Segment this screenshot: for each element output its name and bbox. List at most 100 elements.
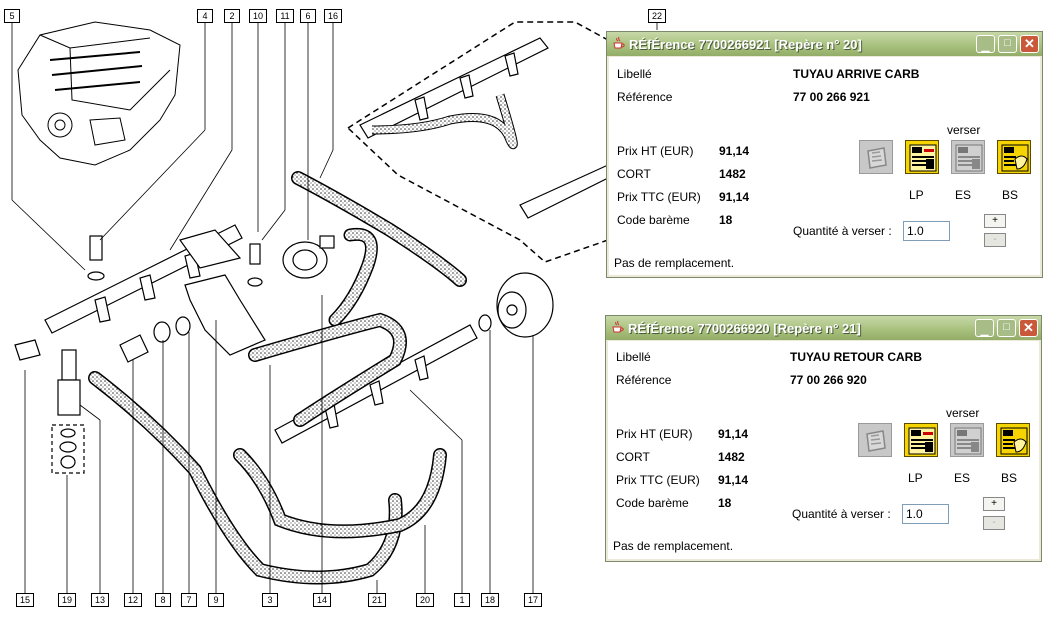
lp-label: LP bbox=[909, 188, 924, 202]
quantity-label: Quantité à verser : bbox=[793, 224, 892, 238]
libelle-value: TUYAU RETOUR CARB bbox=[790, 350, 923, 364]
prix-ht-value: 91,14 bbox=[719, 144, 750, 158]
code-bareme-value: 18 bbox=[718, 496, 732, 510]
es-button[interactable] bbox=[950, 423, 984, 457]
quantity-input[interactable] bbox=[902, 504, 949, 524]
engine-block-illustration bbox=[17, 21, 181, 166]
callout-3[interactable]: 3 bbox=[262, 593, 278, 607]
callout-12[interactable]: 12 bbox=[124, 593, 142, 607]
prix-ttc-value: 91,14 bbox=[719, 190, 750, 204]
java-cup-icon bbox=[613, 36, 625, 49]
minimize-icon: ▁ bbox=[980, 326, 989, 337]
prix-ttc-label: Prix TTC (EUR) bbox=[616, 473, 700, 487]
callout-15[interactable]: 15 bbox=[16, 593, 34, 607]
maximize-icon: □ bbox=[1003, 321, 1010, 333]
callout-14[interactable]: 14 bbox=[313, 593, 331, 607]
cort-value: 1482 bbox=[718, 450, 745, 464]
callout-1[interactable]: 1 bbox=[454, 593, 470, 607]
callout-21[interactable]: 21 bbox=[368, 593, 386, 607]
callout-8[interactable]: 8 bbox=[155, 593, 171, 607]
es-button[interactable] bbox=[951, 140, 985, 174]
window-titlebar[interactable]: RÉfÉrence 7700266920 [Repère n° 21] ▁ □ … bbox=[606, 316, 1041, 340]
close-icon: ✕ bbox=[1024, 36, 1035, 51]
maximize-button[interactable]: □ bbox=[997, 319, 1016, 337]
close-button[interactable]: ✕ bbox=[1019, 319, 1038, 337]
pressure-regulator bbox=[282, 235, 335, 279]
maximize-button[interactable]: □ bbox=[998, 35, 1017, 53]
quantity-label: Quantité à verser : bbox=[792, 507, 891, 521]
minimize-button[interactable]: ▁ bbox=[975, 319, 994, 337]
window-title: RÉfÉrence 7700266921 [Repère n° 20] bbox=[629, 37, 862, 52]
increment-button[interactable]: + bbox=[984, 214, 1006, 228]
bs-button[interactable] bbox=[997, 140, 1031, 174]
window-titlebar[interactable]: RÉfÉrence 7700266921 [Repère n° 20] ▁ □ … bbox=[607, 32, 1042, 56]
callout-13[interactable]: 13 bbox=[91, 593, 109, 607]
callout-16[interactable]: 16 bbox=[324, 9, 342, 23]
callout-10[interactable]: 10 bbox=[249, 9, 267, 23]
lp-label: LP bbox=[908, 471, 923, 485]
part-box-icon bbox=[866, 430, 886, 452]
callout-11[interactable]: 11 bbox=[276, 9, 294, 23]
callout-2[interactable]: 2 bbox=[224, 9, 240, 23]
es-label: ES bbox=[954, 471, 971, 485]
prix-ttc-value: 91,14 bbox=[718, 473, 749, 487]
code-bareme-label: Code barème bbox=[617, 213, 690, 227]
code-bareme-value: 18 bbox=[719, 213, 733, 227]
part-box-button[interactable] bbox=[858, 423, 892, 457]
minimize-button[interactable]: ▁ bbox=[976, 35, 995, 53]
cort-value: 1482 bbox=[719, 167, 746, 181]
callout-18[interactable]: 18 bbox=[481, 593, 499, 607]
prix-ht-label: Prix HT (EUR) bbox=[616, 427, 693, 441]
reference-window-20: RÉfÉrence 7700266921 [Repère n° 20] ▁ □ … bbox=[606, 31, 1043, 278]
callout-7[interactable]: 7 bbox=[181, 593, 197, 607]
cort-label: CORT bbox=[617, 167, 651, 181]
libelle-label: Libellé bbox=[617, 67, 652, 81]
es-label: ES bbox=[955, 188, 972, 202]
window-title: RÉfÉrence 7700266920 [Repère n° 21] bbox=[628, 321, 861, 336]
callout-17[interactable]: 17 bbox=[524, 593, 542, 607]
lp-button[interactable] bbox=[904, 423, 938, 457]
close-icon: ✕ bbox=[1023, 320, 1034, 335]
code-bareme-label: Code barème bbox=[616, 496, 689, 510]
bs-catalog-icon bbox=[1001, 144, 1029, 172]
part-box-icon bbox=[867, 147, 887, 169]
callout-4[interactable]: 4 bbox=[197, 9, 213, 23]
verser-label: verser bbox=[947, 123, 981, 137]
maximize-icon: □ bbox=[1004, 37, 1011, 49]
es-catalog-icon bbox=[954, 427, 982, 455]
callout-6[interactable]: 6 bbox=[300, 9, 316, 23]
bs-button[interactable] bbox=[996, 423, 1030, 457]
java-cup-icon bbox=[612, 320, 624, 333]
callout-5[interactable]: 5 bbox=[4, 9, 20, 23]
libelle-label: Libellé bbox=[616, 350, 651, 364]
libelle-value: TUYAU ARRIVE CARB bbox=[793, 67, 920, 81]
es-catalog-icon bbox=[955, 144, 983, 172]
status-text: Pas de remplacement. bbox=[613, 539, 734, 553]
reference-window-21: RÉfÉrence 7700266920 [Repère n° 21] ▁ □ … bbox=[605, 315, 1042, 562]
bs-label: BS bbox=[1001, 471, 1018, 485]
reference-value: 77 00 266 921 bbox=[793, 90, 870, 104]
callout-22[interactable]: 22 bbox=[648, 9, 666, 23]
injector-stack bbox=[51, 349, 85, 474]
prix-ht-label: Prix HT (EUR) bbox=[617, 144, 694, 158]
reference-label: Référence bbox=[616, 373, 672, 387]
minimize-icon: ▁ bbox=[981, 42, 990, 53]
quantity-input[interactable] bbox=[903, 221, 950, 241]
cort-label: CORT bbox=[616, 450, 650, 464]
window-content: Libellé TUYAU RETOUR CARB Référence 77 0… bbox=[608, 341, 1039, 559]
callout-9[interactable]: 9 bbox=[208, 593, 224, 607]
decrement-button[interactable]: - bbox=[984, 233, 1006, 247]
lp-button[interactable] bbox=[905, 140, 939, 174]
callout-20[interactable]: 20 bbox=[416, 593, 434, 607]
fuel-hoses bbox=[88, 171, 467, 585]
prix-ht-value: 91,14 bbox=[718, 427, 749, 441]
window-content: Libellé TUYAU ARRIVE CARB Référence 77 0… bbox=[609, 57, 1040, 275]
verser-label: verser bbox=[946, 406, 980, 420]
increment-button[interactable]: + bbox=[983, 497, 1005, 511]
bs-label: BS bbox=[1002, 188, 1019, 202]
callout-19[interactable]: 19 bbox=[58, 593, 76, 607]
part-box-button[interactable] bbox=[859, 140, 893, 174]
pulsation-damper bbox=[496, 272, 554, 338]
close-button[interactable]: ✕ bbox=[1020, 35, 1039, 53]
decrement-button[interactable]: - bbox=[983, 516, 1005, 530]
